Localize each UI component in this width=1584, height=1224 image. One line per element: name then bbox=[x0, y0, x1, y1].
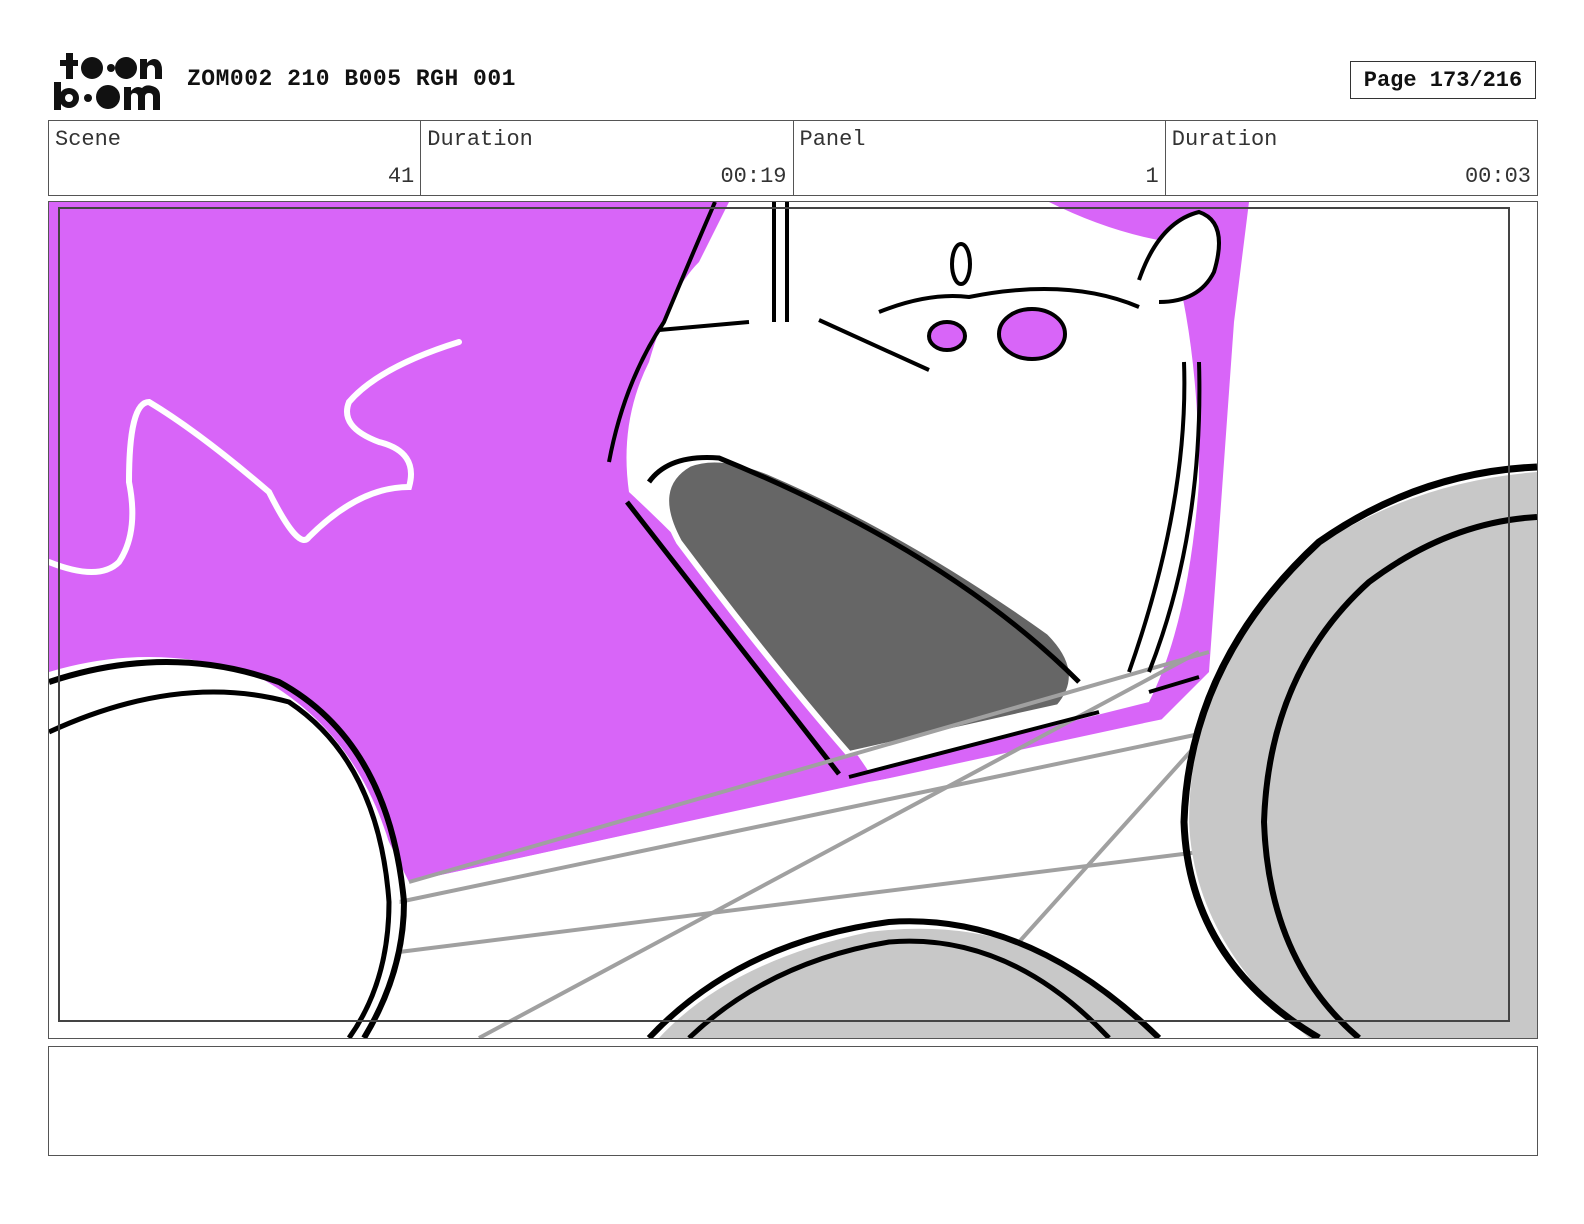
panel-duration-cell: Duration 00:03 bbox=[1166, 121, 1537, 195]
panel-duration-label: Duration bbox=[1171, 127, 1278, 152]
scene-duration-cell: Duration 00:19 bbox=[421, 121, 794, 195]
scene-value: 41 bbox=[387, 164, 415, 189]
scene-cell: Scene 41 bbox=[49, 121, 422, 195]
page-indicator: Page 173/216 bbox=[1350, 61, 1536, 99]
project-title: ZOM002 210 B005 RGH 001 bbox=[187, 66, 516, 92]
storyboard-panel bbox=[48, 201, 1538, 1039]
storyboard-info-table: Scene 41 Duration 00:19 Panel 1 Duration… bbox=[48, 120, 1538, 196]
panel-drawing bbox=[49, 202, 1537, 1038]
right-wheel bbox=[1180, 463, 1537, 1038]
panel-label: Panel bbox=[799, 127, 866, 152]
toon-boom-logo bbox=[52, 50, 164, 112]
scene-label: Scene bbox=[55, 127, 122, 152]
panel-cell: Panel 1 bbox=[794, 121, 1166, 195]
panel-notes-box[interactable] bbox=[48, 1046, 1538, 1156]
panel-duration-value: 00:03 bbox=[1464, 164, 1531, 189]
scene-duration-value: 00:19 bbox=[720, 164, 787, 189]
panel-value: 1 bbox=[1145, 164, 1159, 189]
scene-duration-label: Duration bbox=[427, 127, 533, 152]
